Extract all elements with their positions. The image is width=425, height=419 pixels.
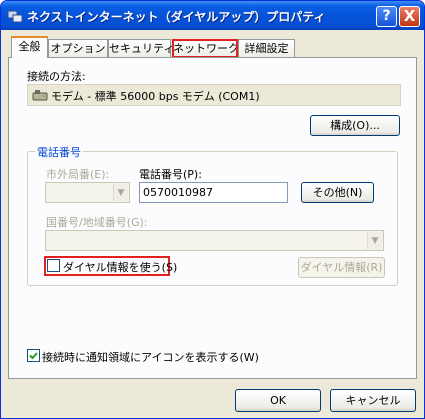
chevron-down-icon: ▼ (367, 232, 382, 249)
notify-icon-checkbox[interactable] (27, 349, 40, 362)
modem-name: モデム - 標準 56000 bps モデム (COM1) (51, 90, 260, 103)
tab-options[interactable]: オプション (48, 39, 108, 58)
ok-button[interactable]: OK (235, 389, 321, 412)
general-tab-panel: 接続の方法: モデム - 標準 56000 bps モデム (COM1) 構成(… (8, 57, 417, 379)
use-dialing-rules-label[interactable]: ダイヤル情報を使う(S) (63, 259, 177, 275)
tab-general[interactable]: 全般 (11, 36, 48, 58)
others-button[interactable]: その他(N) (301, 182, 374, 203)
tab-network[interactable]: ネットワーク (172, 39, 239, 58)
close-button[interactable]: X (399, 6, 420, 27)
country-code-label: 国番号/地域番号(G): (46, 216, 148, 229)
cancel-button[interactable]: キャンセル (330, 389, 416, 412)
title-bar[interactable]: ネクストインターネット（ダイヤルアップ）プロパティ ? X (1, 1, 424, 30)
country-code-combo[interactable]: ▼ (45, 230, 384, 251)
network-connection-icon (7, 10, 23, 23)
tab-advanced[interactable]: 詳細設定 (238, 39, 295, 58)
modem-icon (32, 90, 48, 101)
notify-icon-label[interactable]: 接続時に通知領域にアイコンを表示する(W) (42, 349, 259, 365)
tab-strip: 全般 オプション セキュリティ ネットワーク 詳細設定 (1, 36, 424, 58)
area-code-label: 市外局番(E): (46, 168, 110, 181)
modem-display: モデム - 標準 56000 bps モデム (COM1) (27, 84, 401, 106)
checkmark-icon (29, 352, 38, 360)
window-title: ネクストインターネット（ダイヤルアップ）プロパティ (27, 10, 326, 24)
dialing-rules-button[interactable]: ダイヤル情報(R) (298, 257, 385, 278)
phone-group-title: 電話番号 (35, 144, 83, 160)
area-code-combo[interactable]: ▼ (45, 182, 130, 203)
phone-number-value: 0570010987 (143, 186, 213, 199)
connect-using-label: 接続の方法: (27, 70, 86, 83)
properties-window: ネクストインターネット（ダイヤルアップ）プロパティ ? X 全般 オプション セ… (0, 0, 425, 419)
help-button[interactable]: ? (376, 6, 397, 27)
tab-security[interactable]: セキュリティ (108, 39, 174, 58)
phone-number-input[interactable]: 0570010987 (139, 182, 288, 203)
phone-number-label: 電話番号(P): (139, 168, 202, 181)
chevron-down-icon: ▼ (113, 184, 128, 201)
configure-button[interactable]: 構成(O)... (310, 115, 400, 136)
use-dialing-rules-checkbox[interactable] (47, 259, 60, 272)
